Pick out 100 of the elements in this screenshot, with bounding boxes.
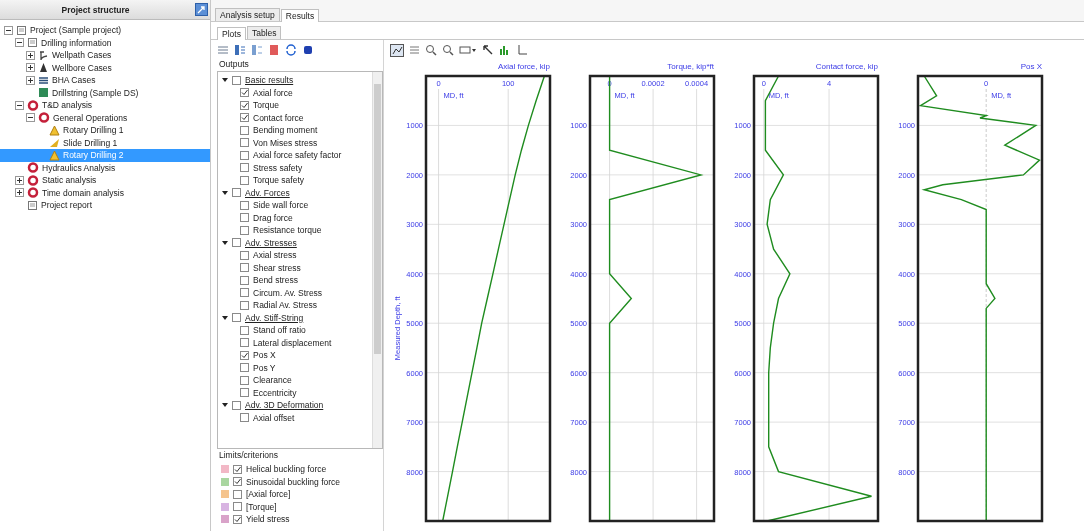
checkbox[interactable] bbox=[233, 502, 242, 512]
checkbox[interactable] bbox=[240, 388, 249, 398]
checkbox[interactable] bbox=[240, 325, 249, 335]
expand-icon[interactable] bbox=[15, 175, 24, 185]
checkbox[interactable] bbox=[240, 138, 249, 148]
option-label[interactable]: Torque bbox=[253, 100, 279, 111]
list-icon[interactable] bbox=[217, 44, 229, 56]
collapse-all-icon[interactable] bbox=[251, 44, 263, 56]
expand-icon[interactable] bbox=[26, 75, 35, 85]
group-label[interactable]: Adv. Forces bbox=[245, 187, 290, 198]
checkbox[interactable] bbox=[240, 225, 249, 235]
expand-icon[interactable] bbox=[15, 188, 24, 198]
group-label[interactable]: Adv. Stiff-String bbox=[245, 312, 304, 323]
tree-item[interactable]: Drilling information bbox=[0, 36, 210, 49]
option-label[interactable]: Contact force bbox=[253, 112, 304, 123]
refresh-icon[interactable] bbox=[285, 44, 297, 56]
option-label[interactable]: Pos Y bbox=[253, 362, 276, 373]
collapse-icon[interactable] bbox=[15, 38, 24, 48]
expand-icon[interactable] bbox=[26, 63, 35, 73]
checkbox[interactable] bbox=[232, 75, 241, 85]
tree-item[interactable]: Slide Drilling 1 bbox=[0, 136, 210, 149]
option-label[interactable]: Von Mises stress bbox=[253, 137, 318, 148]
option-label[interactable]: Torque safety bbox=[253, 175, 305, 186]
tree-item[interactable]: Hydraulics Analysis bbox=[0, 161, 210, 174]
checkbox[interactable] bbox=[240, 363, 249, 373]
tree-item[interactable]: Wellbore Cases bbox=[0, 61, 210, 74]
expanded-icon[interactable] bbox=[222, 239, 228, 246]
option-label[interactable]: Circum. Av. Stress bbox=[253, 287, 323, 298]
expand-icon[interactable] bbox=[26, 50, 35, 60]
expanded-icon[interactable] bbox=[222, 77, 228, 84]
checkbox[interactable] bbox=[232, 238, 241, 248]
expanded-icon[interactable] bbox=[222, 189, 228, 196]
tree-item[interactable]: Drillstring (Sample DS) bbox=[0, 86, 210, 99]
checkbox[interactable] bbox=[233, 477, 242, 487]
tab[interactable]: Analysis setup bbox=[215, 8, 280, 21]
tab[interactable]: Results bbox=[280, 9, 320, 22]
checkbox[interactable] bbox=[240, 338, 249, 348]
option-label[interactable]: Stress safety bbox=[253, 162, 303, 173]
cursor-icon[interactable] bbox=[482, 44, 494, 56]
bar-chart-icon[interactable] bbox=[499, 44, 511, 56]
window-icon[interactable] bbox=[195, 3, 208, 16]
expand-all-icon[interactable] bbox=[234, 44, 246, 56]
collapse-icon[interactable] bbox=[26, 113, 35, 123]
checkbox[interactable] bbox=[240, 163, 249, 173]
checkbox[interactable] bbox=[240, 200, 249, 210]
tree-item[interactable]: Time domain analysis bbox=[0, 186, 210, 199]
option-label[interactable]: Radial Av. Stress bbox=[253, 300, 317, 311]
chart-icon[interactable] bbox=[390, 43, 404, 57]
option-label[interactable]: Bend stress bbox=[253, 275, 298, 286]
option-label[interactable]: [Torque] bbox=[246, 501, 277, 512]
checkbox[interactable] bbox=[240, 350, 249, 360]
checkbox[interactable] bbox=[240, 300, 249, 310]
checkbox[interactable] bbox=[240, 263, 249, 273]
checkbox[interactable] bbox=[233, 464, 242, 474]
option-label[interactable]: Stand off ratio bbox=[253, 325, 306, 336]
tree-item[interactable]: T&D analysis bbox=[0, 99, 210, 112]
zoom-in-icon[interactable] bbox=[425, 44, 437, 56]
checkbox[interactable] bbox=[232, 188, 241, 198]
tree-item[interactable]: Static analysis bbox=[0, 174, 210, 187]
tree-item[interactable]: Wellpath Cases bbox=[0, 49, 210, 62]
collapse-icon[interactable] bbox=[15, 100, 24, 110]
checkbox[interactable] bbox=[233, 514, 242, 524]
checkbox[interactable] bbox=[232, 400, 241, 410]
option-label[interactable]: Yield stress bbox=[246, 514, 290, 525]
tree-item[interactable]: Project report bbox=[0, 199, 210, 212]
option-label[interactable]: Sinusoidal buckling force bbox=[246, 476, 341, 487]
zoom-out-icon[interactable] bbox=[442, 44, 454, 56]
option-label[interactable]: Pos X bbox=[253, 350, 276, 361]
zoom-dropdown-icon[interactable] bbox=[459, 44, 477, 56]
checkbox[interactable] bbox=[240, 275, 249, 285]
option-label[interactable]: Eccentricity bbox=[253, 387, 297, 398]
tree-item[interactable]: General Operations bbox=[0, 111, 210, 124]
tree-item[interactable]: Project (Sample project) bbox=[0, 24, 210, 37]
option-label[interactable]: Side wall force bbox=[253, 200, 309, 211]
group-label[interactable]: Adv. 3D Deformation bbox=[245, 400, 324, 411]
checkbox[interactable] bbox=[240, 375, 249, 385]
checkbox[interactable] bbox=[240, 88, 249, 98]
axis-icon[interactable] bbox=[516, 44, 528, 56]
tree-item[interactable]: BHA Cases bbox=[0, 74, 210, 87]
square-icon[interactable] bbox=[302, 44, 314, 56]
checkbox[interactable] bbox=[240, 250, 249, 260]
tree-item[interactable]: Rotary Drilling 1 bbox=[0, 124, 210, 137]
expanded-icon[interactable] bbox=[222, 314, 228, 321]
checkbox[interactable] bbox=[240, 175, 249, 185]
expanded-icon[interactable] bbox=[222, 402, 228, 409]
option-label[interactable]: Clearance bbox=[253, 375, 292, 386]
checkbox[interactable] bbox=[240, 413, 249, 423]
checkbox[interactable] bbox=[240, 100, 249, 110]
checkbox[interactable] bbox=[240, 213, 249, 223]
scrollbar[interactable] bbox=[372, 72, 382, 448]
option-label[interactable]: Drag force bbox=[253, 212, 293, 223]
group-label[interactable]: Adv. Stresses bbox=[245, 237, 297, 248]
tab[interactable]: Tables bbox=[246, 26, 282, 39]
option-label[interactable]: Helical buckling force bbox=[246, 464, 327, 475]
group-label[interactable]: Basic results bbox=[245, 75, 294, 86]
option-label[interactable]: Resistance torque bbox=[253, 225, 322, 236]
tab[interactable]: Plots bbox=[217, 27, 246, 40]
checkbox[interactable] bbox=[240, 150, 249, 160]
option-label[interactable]: Lateral displacement bbox=[253, 337, 332, 348]
option-label[interactable]: [Axial force] bbox=[246, 489, 291, 500]
